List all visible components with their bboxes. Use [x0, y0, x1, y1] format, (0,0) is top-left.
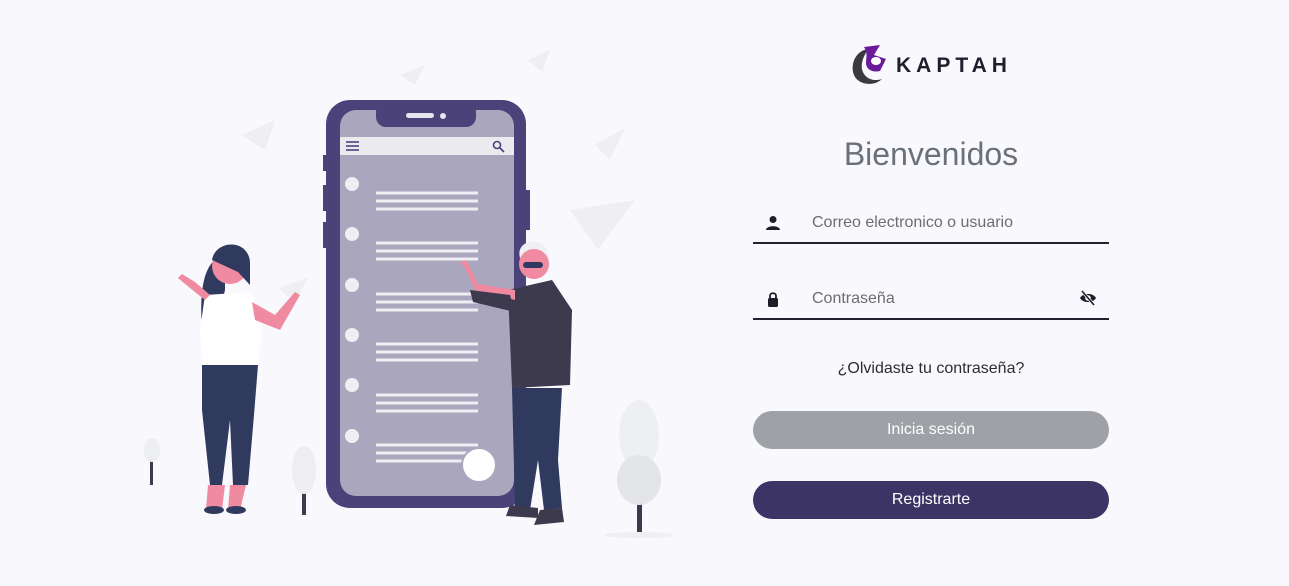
brand-name: KAPTAH [896, 54, 1012, 77]
password-field [753, 280, 1109, 320]
login-button[interactable]: Inicia sesión [753, 411, 1109, 449]
login-panel: KAPTAH Bienvenidos Correo electronico o … [753, 40, 1109, 519]
login-illustration [144, 50, 673, 538]
email-field [753, 204, 1109, 244]
kaptah-logo-icon [852, 45, 887, 84]
lock-icon [753, 291, 793, 307]
email-input[interactable] [810, 213, 1074, 233]
welcome-heading: Bienvenidos [843, 136, 1019, 172]
user-icon [753, 215, 793, 231]
brand-logo: KAPTAH [753, 40, 1109, 90]
register-button[interactable]: Registrarte [753, 481, 1109, 519]
eye-slash-icon[interactable] [1079, 289, 1099, 309]
password-input[interactable] [810, 289, 1074, 309]
forgot-password-link[interactable]: ¿Olvidaste tu contraseña? [753, 360, 1109, 378]
login-page: KAPTAH Bienvenidos Correo electronico o … [0, 0, 1289, 586]
woman-illustration [178, 244, 300, 514]
